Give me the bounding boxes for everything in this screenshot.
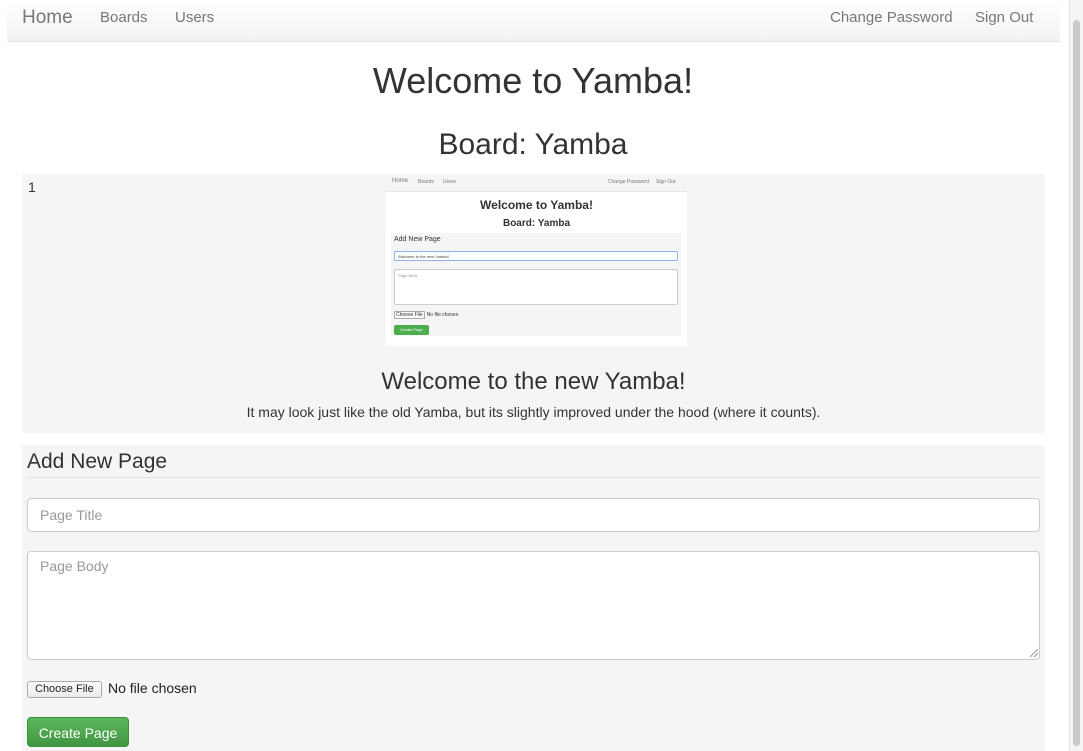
screenshot-file-button: Choose File bbox=[394, 311, 425, 319]
file-status: No file chosen bbox=[108, 680, 197, 696]
screenshot-body-input: Page Body bbox=[394, 269, 678, 305]
navbar: Home Boards Users Change Password Sign O… bbox=[7, 0, 1060, 42]
screenshot-file-input: Choose File No file chosen bbox=[394, 311, 459, 319]
nav-users-link[interactable]: Users bbox=[175, 9, 214, 26]
textarea-resize-handle[interactable] bbox=[1030, 649, 1038, 657]
screenshot-create-button: Create Page bbox=[394, 325, 429, 335]
create-page-button[interactable]: Create Page bbox=[27, 717, 129, 747]
screenshot-nav-users: Users bbox=[443, 179, 457, 185]
page-index: 1 bbox=[28, 179, 36, 195]
board-title: Board: Yamba bbox=[438, 128, 628, 161]
page-title-input[interactable] bbox=[27, 498, 1040, 532]
screenshot-nav-home: Home bbox=[392, 178, 409, 184]
choose-file-button[interactable]: Choose File bbox=[27, 681, 102, 698]
screenshot-heading: Welcome to Yamba! bbox=[480, 198, 593, 212]
scrollbar-thumb[interactable] bbox=[1073, 20, 1080, 746]
form-title: Add New Page bbox=[27, 450, 1040, 478]
screenshot-form-title: Add New Page bbox=[394, 236, 441, 243]
nav-change-password-link[interactable]: Change Password bbox=[830, 9, 953, 26]
screenshot-nav-sign-out: Sign Out bbox=[656, 179, 676, 185]
page-body: It may look just like the old Yamba, but… bbox=[246, 404, 821, 420]
nav-boards-link[interactable]: Boards bbox=[100, 9, 148, 26]
nav-sign-out-link[interactable]: Sign Out bbox=[975, 9, 1033, 26]
board-page-card: 1 Home Boards Users Change Password Sign… bbox=[22, 174, 1045, 433]
screenshot-nav-boards: Boards bbox=[418, 179, 434, 185]
page-heading: Welcome to Yamba! bbox=[372, 60, 694, 101]
page-title: Welcome to the new Yamba! bbox=[381, 368, 686, 395]
add-page-form: Add New Page Choose File No file chosen … bbox=[22, 445, 1045, 751]
screenshot-title-input: Welcome to the new Yamba! bbox=[394, 251, 678, 261]
screenshot-nav-change-password: Change Password bbox=[608, 179, 649, 185]
page-body-textarea[interactable] bbox=[27, 551, 1040, 660]
screenshot-file-status: No file chosen bbox=[426, 312, 459, 318]
screenshot-board-title: Board: Yamba bbox=[502, 218, 571, 229]
nav-home-link[interactable]: Home bbox=[22, 7, 73, 29]
screenshot-form: Add New Page Welcome to the new Yamba! P… bbox=[391, 233, 681, 336]
page-scrollbar[interactable] bbox=[1069, 0, 1083, 751]
screenshot-navbar: Home Boards Users Change Password Sign O… bbox=[386, 176, 687, 192]
page-screenshot-image: Home Boards Users Change Password Sign O… bbox=[386, 176, 687, 346]
